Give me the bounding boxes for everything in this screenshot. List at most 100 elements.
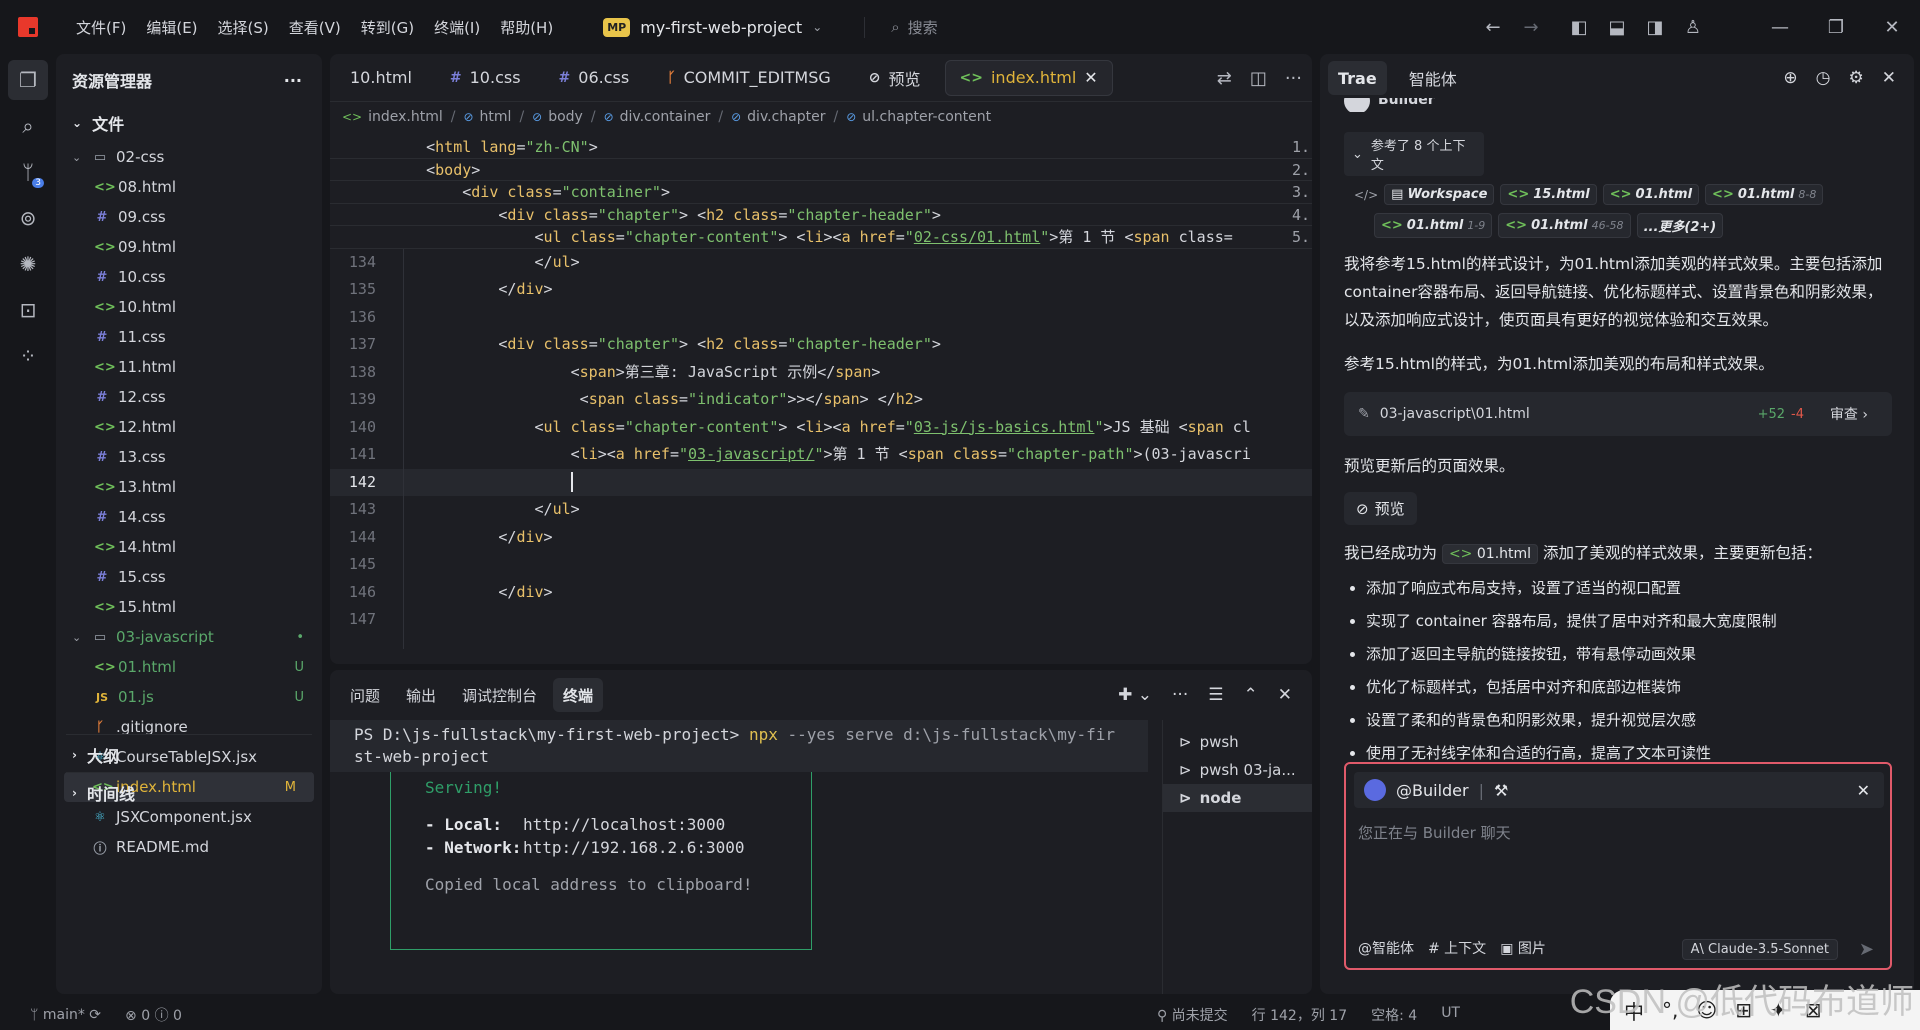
context-chip[interactable]: ▤ Workspace <box>1384 184 1495 205</box>
problems-indicator[interactable]: ⊗ 0 ⓘ 0 <box>125 1005 182 1025</box>
file-tree-item[interactable]: <> 09.html <box>56 232 322 262</box>
editor-tab[interactable]: ᚴ COMMIT_EDITMSG <box>653 60 845 96</box>
more-icon[interactable]: ··· <box>1172 685 1188 705</box>
sticky-scroll-line[interactable]: <html lang="zh-CN"> 1. <box>330 136 1312 159</box>
breadcrumb-item[interactable]: ⊘ div.container <box>604 109 711 125</box>
maximize-panel-icon[interactable]: ⌃ <box>1244 685 1258 705</box>
back-arrow-icon[interactable]: ← <box>1474 17 1512 38</box>
chat-input-placeholder[interactable]: 您正在与 Builder 聊天 <box>1358 822 1511 843</box>
mention-agent-button[interactable]: @智能体 <box>1358 938 1414 958</box>
sticky-scroll-line[interactable]: <div class="container"> 3. <box>330 181 1312 204</box>
menu-goto[interactable]: 转到(G) <box>351 17 424 38</box>
branch-indicator[interactable]: ᛘ main* ⟳ <box>30 1007 101 1023</box>
menu-help[interactable]: 帮助(H) <box>490 17 563 38</box>
local-url[interactable]: http://localhost:3000 <box>523 815 725 834</box>
file-tree-item[interactable]: <> 12.html <box>56 412 322 442</box>
editor-tab[interactable]: #06.css <box>545 60 644 96</box>
review-button[interactable]: 审查 › <box>1830 404 1868 424</box>
compare-changes-icon[interactable]: ⇄ <box>1217 68 1232 89</box>
context-chip[interactable]: <> 15.html <box>1500 184 1597 205</box>
menu-file[interactable]: 文件(F) <box>66 17 136 38</box>
file-tree-item[interactable]: <> 13.html <box>56 472 322 502</box>
file-tree-item[interactable]: JS 01.js U <box>56 682 322 712</box>
file-tree-item[interactable]: ⓘ README.md <box>56 832 322 862</box>
hammer-icon[interactable]: ⚒ <box>1494 781 1508 800</box>
code-line[interactable]: 141 <li><a href="03-javascript/">第 1 节 <… <box>330 441 1312 469</box>
close-icon[interactable]: ✕ <box>1864 17 1920 38</box>
toggle-panel-icon[interactable]: ⬓ <box>1598 17 1636 38</box>
file-tree-item[interactable]: ⌄ ▭ 03-javascript • <box>56 622 322 652</box>
panel-tab[interactable]: 输出 <box>396 678 446 712</box>
panel-tab[interactable]: 问题 <box>340 678 390 712</box>
code-line[interactable]: 135 </div> <box>330 276 1312 304</box>
add-context-button[interactable]: # 上下文 <box>1428 938 1486 958</box>
file-tree-item[interactable]: <> 14.html <box>56 532 322 562</box>
context-references-toggle[interactable]: ⌄ 参考了 8 个上下文 <box>1344 132 1484 176</box>
close-icon[interactable]: ✕ <box>1882 68 1896 88</box>
preview-button[interactable]: ⊘ 预览 <box>1344 492 1417 525</box>
code-line[interactable]: 144 </div> <box>330 524 1312 552</box>
chat-input-box[interactable]: @Builder | ⚒ ✕ 您正在与 Builder 聊天 @智能体 # 上下… <box>1344 762 1892 970</box>
command-search[interactable]: ⌕ 搜索 <box>864 16 938 38</box>
restore-icon[interactable]: ❐ <box>1808 17 1864 38</box>
outline-section-header[interactable]: › 大纲 <box>56 738 119 772</box>
close-icon[interactable]: ✕ <box>1084 68 1097 87</box>
code-line[interactable]: 138 <span>第三章: JavaScript 示例</span> <box>330 359 1312 387</box>
file-tree-item[interactable]: #14.css <box>56 502 322 532</box>
code-line[interactable]: 147 <box>330 606 1312 634</box>
context-chip[interactable]: <> 01.html 8-8 <box>1705 184 1824 205</box>
extensions-icon[interactable]: ⁘ <box>8 336 48 376</box>
remote-icon[interactable]: ⊚ <box>8 198 48 238</box>
close-icon[interactable]: ✕ <box>1857 781 1870 800</box>
code-line[interactable]: 139 <span class="indicator">></span> </h… <box>330 386 1312 414</box>
file-tree-item[interactable]: #10.css <box>56 262 322 292</box>
file-tree-item[interactable]: #15.css <box>56 562 322 592</box>
sticky-scroll-line[interactable]: <ul class="chapter-content"> <li><a href… <box>330 226 1312 249</box>
toggle-sidebar-icon[interactable]: ◧ <box>1560 17 1598 38</box>
toggle-secondary-sidebar-icon[interactable]: ◨ <box>1636 17 1674 38</box>
new-chat-icon[interactable]: ⊕ <box>1783 68 1797 88</box>
terminal-output[interactable]: PS D:\js-fullstack\my-first-web-project>… <box>330 720 1148 994</box>
file-tree-item[interactable]: #12.css <box>56 382 322 412</box>
menu-edit[interactable]: 编辑(E) <box>136 17 207 38</box>
file-tree-item[interactable]: <> 11.html <box>56 352 322 382</box>
more-icon[interactable]: ··· <box>1285 68 1302 89</box>
context-chip[interactable]: <> 01.html <box>1602 184 1700 205</box>
menu-view[interactable]: 查看(V) <box>279 17 351 38</box>
search-icon[interactable]: ⌕ <box>8 106 48 146</box>
file-tree-item[interactable]: <> 01.html U <box>56 652 322 682</box>
code-line[interactable]: 146 </div> <box>330 579 1312 607</box>
indentation[interactable]: 空格: 4 <box>1371 1005 1417 1025</box>
file-tree-item[interactable]: <> 15.html <box>56 592 322 622</box>
file-tree-item[interactable]: ⌄ ▭ 02-css <box>56 142 322 172</box>
timeline-section-header[interactable]: › 时间线 <box>56 776 135 810</box>
code-line[interactable]: 142 <box>330 468 1312 496</box>
file-change-card[interactable]: ✎ 03-javascript\01.html +52 -4 审查 › <box>1344 392 1892 436</box>
file-tree-item[interactable]: <> 08.html <box>56 172 322 202</box>
model-selector[interactable]: A\ Claude-3.5-Sonnet <box>1681 939 1838 960</box>
history-icon[interactable]: ◷ <box>1816 68 1831 88</box>
editor-tab[interactable]: ⊘ 预览 <box>855 60 935 96</box>
editor-tab[interactable]: #10.css <box>436 60 535 96</box>
code-area[interactable]: <html lang="zh-CN"> 1. <body> 2. <div clas… <box>330 136 1312 664</box>
terminal-session[interactable]: ⊳ pwsh 03-ja... <box>1163 756 1312 784</box>
inline-file-chip[interactable]: <> 01.html <box>1441 544 1539 564</box>
code-line[interactable]: 145 <box>330 551 1312 579</box>
explorer-icon[interactable]: ❐ <box>8 60 48 100</box>
sticky-scroll-line[interactable]: <body> 2. <box>330 158 1312 181</box>
file-tree-item[interactable]: #11.css <box>56 322 322 352</box>
encoding[interactable]: UT <box>1441 1005 1460 1025</box>
preview-icon[interactable]: ⊡ <box>8 290 48 330</box>
breadcrumb-item[interactable]: ⊘ body <box>532 109 583 125</box>
send-icon[interactable]: ➤ <box>1859 939 1874 960</box>
context-chip[interactable]: ...更多(2+) <box>1636 213 1724 238</box>
sticky-scroll-line[interactable]: <div class="chapter"> <h2 class="chapter… <box>330 203 1312 226</box>
gear-icon[interactable]: ⚙ <box>1849 68 1864 88</box>
code-line[interactable]: 140 <ul class="chapter-content"> <li><a … <box>330 414 1312 442</box>
image-button[interactable]: ▣ 图片 <box>1500 938 1546 958</box>
code-line[interactable]: 137 <div class="chapter"> <h2 class="cha… <box>330 331 1312 359</box>
layout-icon[interactable]: ☰ <box>1208 685 1223 705</box>
menu-terminal[interactable]: 终端(I) <box>424 17 490 38</box>
breadcrumb-item[interactable]: ⊘ ul.chapter-content <box>846 109 991 125</box>
forward-arrow-icon[interactable]: → <box>1512 17 1550 38</box>
